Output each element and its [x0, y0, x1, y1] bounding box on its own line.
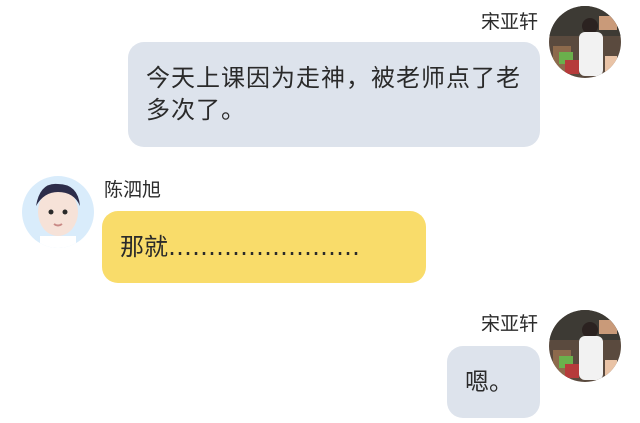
- chat-view: 宋亚轩 今天上课因为走神，被老师点了老多次了。 陈泗旭 那就…………………… 宋: [0, 0, 640, 423]
- avatar[interactable]: [549, 6, 621, 78]
- avatar-photo-icon: [549, 6, 621, 78]
- message-bubble[interactable]: 那就……………………: [102, 211, 426, 283]
- sender-name: 陈泗旭: [104, 179, 162, 201]
- avatar[interactable]: [549, 310, 621, 382]
- sender-name: 宋亚轩: [480, 11, 538, 33]
- avatar-photo-icon: [22, 176, 94, 248]
- avatar[interactable]: [22, 176, 94, 248]
- message-bubble[interactable]: 嗯。: [447, 346, 540, 418]
- sender-name: 宋亚轩: [480, 313, 538, 335]
- avatar-photo-icon: [549, 310, 621, 382]
- message-bubble[interactable]: 今天上课因为走神，被老师点了老多次了。: [128, 42, 540, 147]
